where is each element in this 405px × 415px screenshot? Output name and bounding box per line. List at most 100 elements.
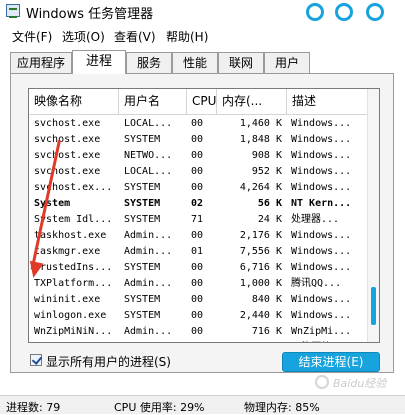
cell-memory: 2,5?? K bbox=[219, 340, 282, 342]
process-row[interactable]: TrustedIns... SYSTEM 00 6,716 K Windows... bbox=[29, 260, 369, 276]
vertical-scrollbar[interactable] bbox=[367, 89, 379, 342]
column-image-name[interactable]: 映像名称 bbox=[29, 89, 119, 114]
cell-description: NT Kern... bbox=[291, 198, 352, 209]
cell-image-name: svchost.exe bbox=[34, 134, 101, 145]
tab-users[interactable]: 用户 bbox=[264, 52, 310, 73]
process-row[interactable]: svchost.ex... SYSTEM 00 4,264 K Windows... bbox=[29, 180, 369, 196]
menu-options[interactable]: 选项(O) bbox=[62, 28, 105, 45]
column-cpu[interactable]: CPU bbox=[187, 89, 217, 114]
cell-cpu: 00 bbox=[191, 150, 204, 161]
cell-description: Windows... bbox=[291, 262, 352, 273]
cell-memory: 952 K bbox=[251, 166, 282, 177]
cell-memory: 56 K bbox=[257, 198, 282, 209]
cell-memory: 1,000 K bbox=[239, 278, 282, 289]
cell-cpu: 00 bbox=[191, 230, 204, 241]
cell-cpu: 00 bbox=[191, 278, 204, 289]
minimize-icon[interactable] bbox=[306, 3, 324, 21]
process-row[interactable]: svchost.exe NETWO... 00 908 K Windows... bbox=[29, 148, 369, 164]
process-row[interactable]: WnZipTool Admin... 00 2,5?? K 万能压缩... bbox=[29, 340, 369, 342]
cell-description: 腾讯QQ... bbox=[291, 278, 342, 289]
cell-image-name: svchost.exe bbox=[34, 150, 101, 161]
column-memory[interactable]: 内存(... bbox=[217, 89, 287, 114]
cell-memory: 1,848 K bbox=[239, 134, 282, 145]
close-icon[interactable] bbox=[366, 3, 384, 21]
column-description[interactable]: 描述 bbox=[287, 89, 369, 114]
cell-user-name: SYSTEM bbox=[124, 294, 161, 305]
scrollbar-thumb[interactable] bbox=[371, 287, 376, 325]
end-process-button[interactable]: 结束进程(E) bbox=[282, 352, 380, 372]
cell-user-name: Admin... bbox=[124, 340, 186, 342]
process-row[interactable]: winlogon.exe SYSTEM 00 2,440 K Windows... bbox=[29, 308, 369, 324]
cell-cpu: 00 bbox=[191, 326, 204, 337]
cell-image-name: svchost.exe bbox=[34, 166, 101, 177]
watermark-logo-icon bbox=[315, 375, 329, 389]
tab-networking[interactable]: 联网 bbox=[218, 52, 264, 73]
process-row[interactable]: svchost.exe SYSTEM 00 1,848 K Windows... bbox=[29, 132, 369, 148]
cell-image-name: TrustedIns... bbox=[34, 262, 113, 273]
menu-file[interactable]: 文件(F) bbox=[12, 28, 52, 45]
cell-memory: 24 K bbox=[257, 214, 282, 225]
cell-memory: 908 K bbox=[251, 150, 282, 161]
cell-cpu: 00 bbox=[191, 310, 204, 321]
cell-memory: 2,440 K bbox=[239, 310, 282, 321]
tab-processes[interactable]: 进程 bbox=[72, 50, 126, 74]
cell-cpu: 00 bbox=[191, 166, 204, 177]
cell-image-name: taskhost.exe bbox=[34, 230, 107, 241]
cell-description: Windows... bbox=[291, 166, 352, 177]
process-row[interactable]: TXPlatform... Admin... 00 1,000 K 腾讯QQ... bbox=[29, 276, 369, 292]
process-row[interactable]: taskmgr.exe Admin... 01 7,556 K Windows... bbox=[29, 244, 369, 260]
title-bar: Windows 任务管理器 bbox=[0, 0, 405, 22]
cell-description: Windows... bbox=[291, 150, 352, 161]
cell-user-name: SYSTEM bbox=[124, 262, 161, 273]
cell-image-name: System Idl... bbox=[34, 214, 113, 225]
cell-memory: 2,176 K bbox=[239, 230, 282, 241]
menu-bar: 文件(F) 选项(O) 查看(V) 帮助(H) bbox=[0, 26, 405, 46]
process-row[interactable]: svchost.exe LOCAL... 00 1,460 K Windows... bbox=[29, 116, 369, 132]
status-bar: 进程数: 79 CPU 使用率: 29% 物理内存: 85% bbox=[0, 395, 405, 414]
cell-description: Windows... bbox=[291, 294, 352, 305]
cell-user-name: LOCAL... bbox=[124, 118, 173, 129]
menu-view[interactable]: 查看(V) bbox=[114, 28, 156, 45]
show-all-users-checkbox[interactable] bbox=[30, 354, 43, 366]
cell-image-name: winlogon.exe bbox=[34, 310, 107, 321]
cell-cpu: 00 bbox=[191, 294, 204, 305]
baidu-jingyan-watermark: Baidu经验 bbox=[315, 372, 397, 394]
tab-performance[interactable]: 性能 bbox=[172, 52, 218, 73]
maximize-icon[interactable] bbox=[335, 3, 353, 21]
tab-applications[interactable]: 应用程序 bbox=[10, 52, 72, 73]
cell-image-name: WnZipTool bbox=[34, 340, 119, 342]
cell-description: Windows... bbox=[291, 230, 352, 241]
cell-cpu: 00 bbox=[191, 182, 204, 193]
menu-help[interactable]: 帮助(H) bbox=[166, 28, 208, 45]
cell-user-name: SYSTEM bbox=[124, 214, 161, 225]
cell-description: Windows... bbox=[291, 310, 352, 321]
cell-memory: 7,556 K bbox=[239, 246, 282, 257]
process-row[interactable]: taskhost.exe Admin... 00 2,176 K Windows... bbox=[29, 228, 369, 244]
cell-cpu: 00 bbox=[191, 262, 204, 273]
process-row[interactable]: System SYSTEM 02 56 K NT Kern... bbox=[29, 196, 369, 212]
cell-user-name: SYSTEM bbox=[124, 182, 161, 193]
cell-cpu: 71 bbox=[191, 214, 204, 225]
process-row[interactable]: System Idl... SYSTEM 71 24 K 处理器... bbox=[29, 212, 369, 228]
column-user-name[interactable]: 用户名 bbox=[119, 89, 187, 114]
checkmark-icon bbox=[31, 354, 43, 365]
cell-description: Windows... bbox=[291, 182, 352, 193]
cell-image-name: TXPlatform... bbox=[34, 278, 113, 289]
task-manager-icon bbox=[6, 4, 20, 18]
show-all-users-label: 显示所有用户的进程(S) bbox=[46, 355, 171, 369]
cell-user-name: Admin... bbox=[124, 326, 173, 337]
process-list[interactable]: 映像名称 用户名 CPU 内存(... 描述 svchost.exe LOCAL.… bbox=[28, 88, 380, 343]
cell-cpu: 02 bbox=[191, 198, 204, 209]
cell-image-name: WnZipMiNiN... bbox=[34, 326, 113, 337]
cell-memory: 1,460 K bbox=[239, 118, 282, 129]
process-row[interactable]: WnZipMiNiN... Admin... 00 716 K WnZipMi... bbox=[29, 324, 369, 340]
cell-cpu: 00 bbox=[191, 340, 215, 342]
process-row[interactable]: wininit.exe SYSTEM 00 840 K Windows... bbox=[29, 292, 369, 308]
cell-user-name: SYSTEM bbox=[124, 134, 161, 145]
column-header: 映像名称 用户名 CPU 内存(... 描述 bbox=[29, 89, 369, 115]
cell-user-name: SYSTEM bbox=[124, 310, 161, 321]
process-row[interactable]: svchost.exe LOCAL... 00 952 K Windows... bbox=[29, 164, 369, 180]
window-title: Windows 任务管理器 bbox=[26, 7, 154, 22]
tab-services[interactable]: 服务 bbox=[126, 52, 172, 73]
cell-description: Windows... bbox=[291, 118, 352, 129]
